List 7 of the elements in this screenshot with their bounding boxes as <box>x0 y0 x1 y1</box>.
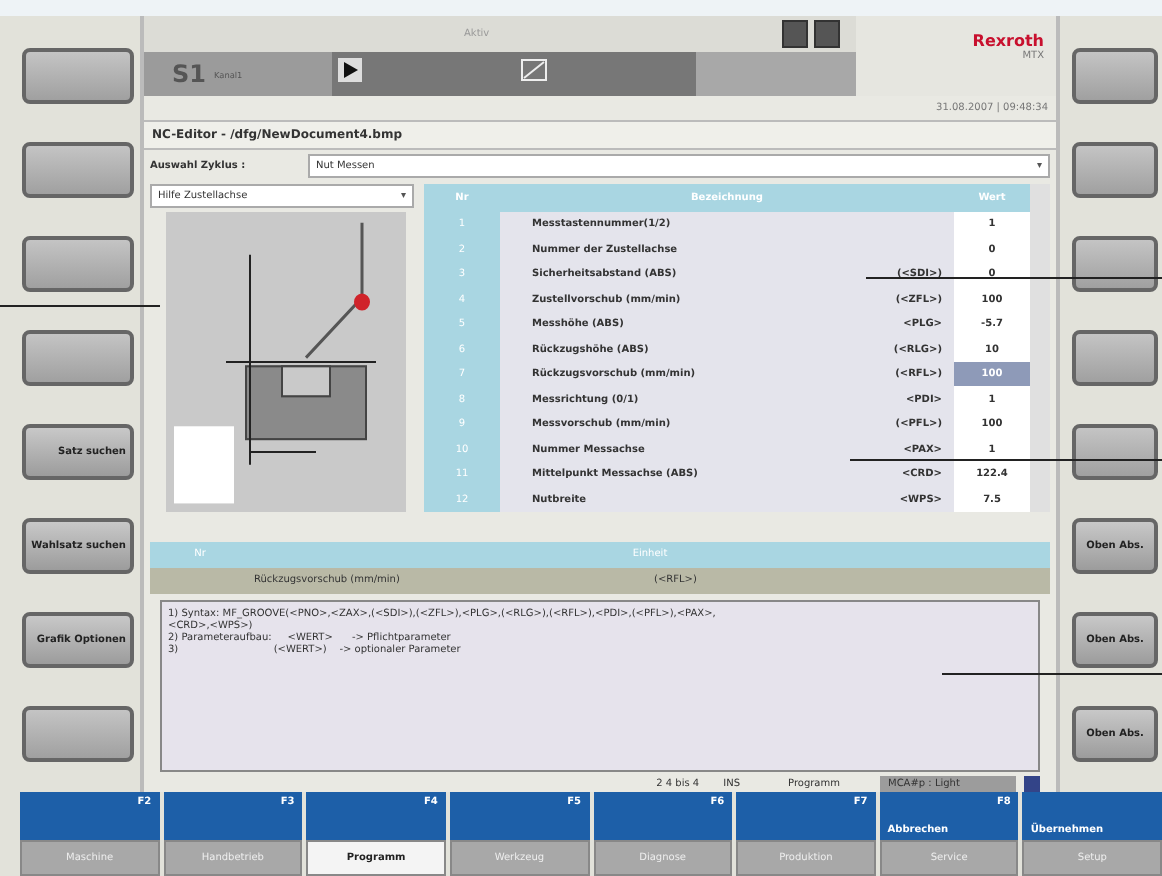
softkey-button[interactable] <box>1072 235 1158 291</box>
channel-number: S1 <box>172 60 206 88</box>
logo: Rexroth <box>972 32 1044 50</box>
softkey-button[interactable] <box>1072 423 1158 479</box>
tool-icon <box>520 58 548 82</box>
status-indicator-icon <box>1024 776 1040 792</box>
play-icon <box>338 58 362 82</box>
